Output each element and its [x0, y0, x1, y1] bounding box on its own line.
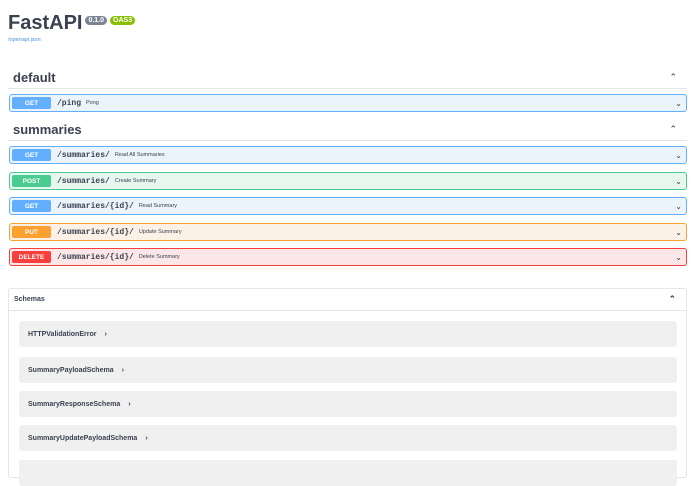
chevron-right-icon: › [145, 434, 148, 442]
method-badge: POST [12, 175, 51, 187]
oas-badge: OAS3 [110, 16, 136, 25]
operation-get-summaries[interactable]: GET /summaries/ Read All Summaries ⌄ [9, 146, 687, 164]
schema-item[interactable]: SummaryPayloadSchema › [19, 357, 677, 383]
operation-summary: Read All Summaries [114, 152, 165, 158]
schema-name: SummaryResponseSchema [28, 400, 121, 408]
method-badge: DELETE [12, 251, 51, 263]
schema-name: SummaryPayloadSchema [28, 366, 114, 374]
operation-path: /summaries/{id}/ [57, 201, 134, 211]
api-title: FastAPI [8, 12, 83, 34]
schema-item-partial[interactable] [19, 460, 677, 486]
operation-path: /summaries/{id}/ [57, 227, 134, 237]
operation-summary: Update Summary [138, 229, 182, 235]
tag-title: default [13, 70, 56, 85]
chevron-down-icon[interactable]: ⌄ [675, 99, 682, 108]
schema-item[interactable]: HTTPValidationError › [19, 321, 677, 347]
operation-path: /summaries/{id}/ [57, 252, 134, 262]
operation-path: /summaries/ [57, 176, 110, 186]
method-badge: PUT [12, 226, 51, 238]
version-badge: 0.1.0 [85, 16, 108, 25]
schemas-section: Schemas ⌃ HTTPValidationError › SummaryPa… [8, 288, 687, 486]
chevron-right-icon: › [128, 400, 131, 408]
operation-summary: Delete Summary [138, 254, 180, 260]
chevron-down-icon[interactable]: ⌄ [675, 202, 682, 211]
schema-item[interactable]: SummaryUpdatePayloadSchema › [19, 425, 677, 451]
tag-summaries[interactable]: summaries ⌃ [8, 119, 687, 141]
chevron-right-icon: › [121, 366, 124, 374]
operation-get-ping[interactable]: GET /ping Pong ⌄ [9, 94, 687, 112]
schema-name: HTTPValidationError [28, 330, 97, 338]
chevron-down-icon[interactable]: ⌄ [675, 228, 682, 237]
schemas-title: Schemas [14, 296, 45, 303]
operation-summary: Pong [86, 100, 99, 106]
operation-delete-summary[interactable]: DELETE /summaries/{id}/ Delete Summary ⌄ [9, 248, 687, 266]
chevron-right-icon: › [104, 330, 107, 338]
method-badge: GET [12, 200, 51, 212]
chevron-down-icon[interactable]: ⌄ [675, 253, 682, 262]
chevron-down-icon[interactable]: ⌄ [675, 151, 682, 160]
operation-get-summary[interactable]: GET /summaries/{id}/ Read Summary ⌄ [9, 197, 687, 215]
operation-summary: Create Summary [114, 178, 157, 184]
tag-default[interactable]: default ⌃ [8, 67, 687, 89]
schema-name: SummaryUpdatePayloadSchema [28, 434, 138, 442]
chevron-up-icon: ⌃ [668, 294, 676, 304]
method-badge: GET [12, 149, 51, 161]
operation-put-summary[interactable]: PUT /summaries/{id}/ Update Summary ⌄ [9, 223, 687, 241]
chevron-up-icon: ⌃ [669, 124, 677, 134]
schema-item[interactable]: SummaryResponseSchema › [19, 391, 677, 417]
operation-post-summaries[interactable]: POST /summaries/ Create Summary ⌄ [9, 172, 687, 190]
operation-path: /summaries/ [57, 150, 110, 160]
chevron-up-icon: ⌃ [669, 72, 677, 82]
tag-title: summaries [13, 122, 82, 137]
operation-path: /ping [57, 98, 82, 108]
operation-summary: Read Summary [138, 203, 178, 209]
chevron-down-icon[interactable]: ⌄ [675, 177, 682, 186]
schemas-header[interactable]: Schemas ⌃ [9, 289, 686, 311]
method-badge: GET [12, 97, 51, 109]
openapi-json-link[interactable]: /openapi.json [8, 37, 41, 43]
api-title-block: FastAPI 0.1.0 OAS3 [8, 12, 136, 35]
